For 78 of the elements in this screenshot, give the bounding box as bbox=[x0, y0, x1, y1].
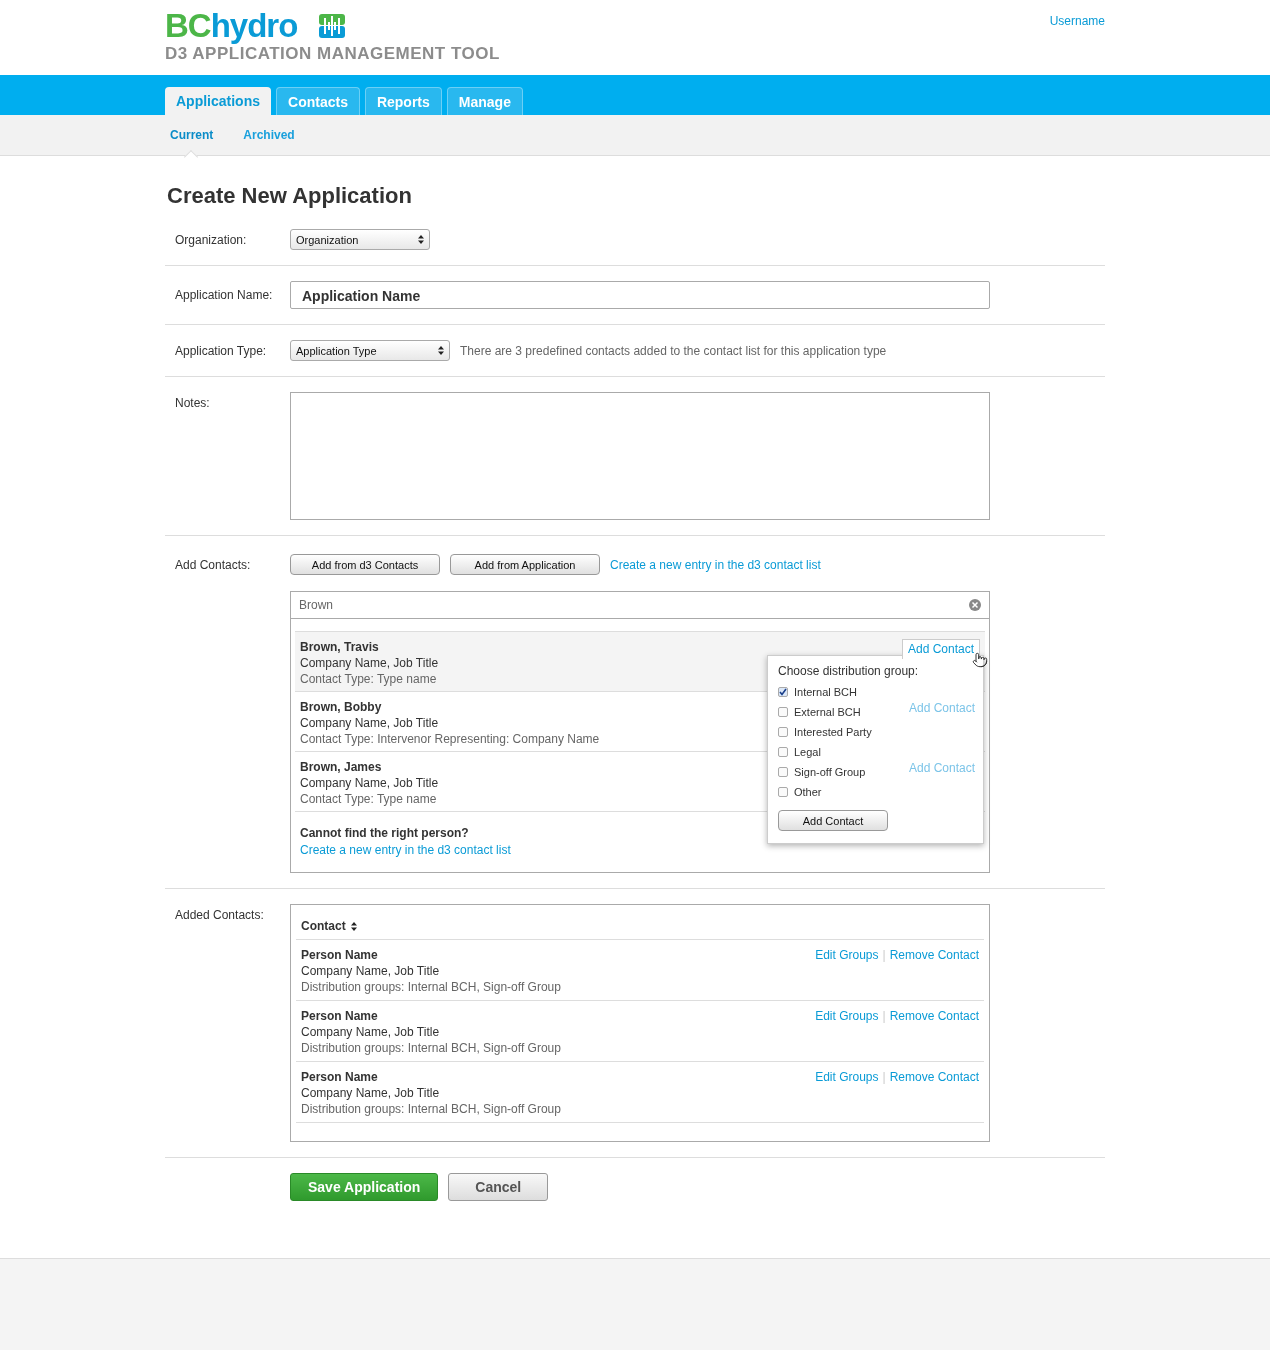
up-down-arrow-icon bbox=[350, 921, 357, 931]
nav-tab[interactable]: Manage bbox=[446, 87, 523, 115]
checkbox-label: Sign-off Group bbox=[794, 766, 866, 778]
column-header[interactable]: Contact bbox=[301, 919, 346, 933]
contact-groups: Distribution groups: Internal BCH, Sign-off Group bbox=[301, 1040, 561, 1056]
organization-select[interactable]: Organization bbox=[290, 229, 430, 250]
create-entry-link[interactable]: Create a new entry in the d3 contact list bbox=[610, 557, 821, 572]
row-action-link[interactable]: Remove Contact bbox=[889, 1008, 979, 1024]
field-label: Add Contacts: bbox=[174, 557, 252, 574]
form-button[interactable]: Save Application bbox=[290, 1173, 439, 1201]
contact-type: Contact Type: Intervenor Representing: Company Name bbox=[300, 731, 600, 747]
add-contact-button[interactable]: Add Contact bbox=[778, 810, 888, 831]
sub-tab[interactable]: Current bbox=[170, 128, 214, 142]
checkbox[interactable] bbox=[778, 787, 788, 797]
field-label: Added Contacts: bbox=[174, 907, 265, 924]
link-separator: | bbox=[882, 1069, 886, 1085]
not-found-question: Cannot find the right person? bbox=[300, 825, 470, 841]
contact-name: Person Name bbox=[301, 1069, 379, 1085]
contact-name: Person Name bbox=[301, 947, 379, 963]
contact-groups: Distribution groups: Internal BCH, Sign-off Group bbox=[301, 1101, 561, 1117]
contact-company: Company Name, Job Title bbox=[301, 1024, 441, 1040]
hint-text: There are 3 predefined contacts added to the contact list for this application type bbox=[460, 343, 887, 358]
popup-title: Choose distribution group: bbox=[778, 664, 920, 678]
contact-groups: Distribution groups: Internal BCH, Sign-off Group bbox=[301, 979, 561, 995]
brand-logo: BChydro bbox=[165, 10, 298, 42]
page-title: Create New Application bbox=[167, 183, 413, 209]
clear-icon[interactable] bbox=[969, 599, 981, 611]
app-subtitle: D3 APPLICATION MANAGEMENT TOOL bbox=[165, 44, 500, 64]
up-down-arrow-icon bbox=[418, 235, 424, 244]
add-contacts-button[interactable]: Add from d3 Contacts bbox=[290, 554, 440, 575]
link-separator: | bbox=[882, 1008, 886, 1024]
add-contact-link[interactable]: Add Contact bbox=[903, 699, 980, 719]
link-separator: | bbox=[882, 947, 886, 963]
row-action-link[interactable]: Edit Groups bbox=[815, 1069, 879, 1085]
create-entry-link[interactable]: Create a new entry in the d3 contact list bbox=[300, 843, 511, 857]
row-action-link[interactable]: Edit Groups bbox=[815, 1008, 879, 1024]
contact-company: Company Name, Job Title bbox=[300, 775, 439, 791]
contact-company: Company Name, Job Title bbox=[300, 715, 440, 731]
notes-field[interactable] bbox=[290, 392, 990, 520]
contact-name: Person Name bbox=[301, 1008, 379, 1024]
nav-tab[interactable]: Contacts bbox=[276, 87, 360, 115]
checkbox-label: Interested Party bbox=[794, 726, 872, 738]
contact-company: Company Name, Job Title bbox=[301, 963, 441, 979]
contact-name: Brown, James bbox=[300, 759, 383, 775]
form-button[interactable]: Cancel bbox=[448, 1173, 549, 1201]
logo-mark-icon bbox=[319, 14, 346, 38]
checkbox[interactable] bbox=[778, 707, 788, 717]
field-label: Application Type: bbox=[174, 343, 268, 360]
add-contact-link[interactable]: Add Contact bbox=[903, 759, 980, 779]
application-name-field[interactable]: Application Name bbox=[290, 281, 990, 309]
contact-company: Company Name, Job Title bbox=[300, 655, 439, 671]
field-label: Application Name: bbox=[174, 287, 274, 304]
checkbox[interactable] bbox=[778, 747, 788, 757]
contact-name: Brown, Bobby bbox=[300, 699, 383, 715]
username-link[interactable]: Username bbox=[1049, 14, 1105, 64]
checkbox[interactable] bbox=[778, 687, 788, 697]
nav-tab[interactable]: Applications bbox=[165, 87, 271, 115]
field-label: Notes: bbox=[174, 395, 211, 412]
checkbox[interactable] bbox=[778, 767, 788, 777]
hand-pointer-icon bbox=[972, 652, 988, 668]
row-action-link[interactable]: Remove Contact bbox=[889, 947, 979, 963]
checkbox-label: Other bbox=[794, 786, 822, 798]
checkbox[interactable] bbox=[778, 727, 788, 737]
contact-company: Company Name, Job Title bbox=[301, 1085, 441, 1101]
up-down-arrow-icon bbox=[438, 346, 444, 355]
contact-name: Brown, Travis bbox=[300, 639, 380, 655]
add-contact-link[interactable]: Add Contact bbox=[901, 639, 980, 659]
sub-tab[interactable]: Archived bbox=[243, 128, 295, 142]
row-action-link[interactable]: Remove Contact bbox=[889, 1069, 979, 1085]
field-label: Organization: bbox=[174, 232, 248, 249]
nav-tab[interactable]: Reports bbox=[364, 87, 442, 115]
add-contacts-button[interactable]: Add from Application bbox=[450, 554, 600, 575]
search-field[interactable]: Brown bbox=[290, 591, 990, 619]
application-type-select[interactable]: Application Type bbox=[290, 340, 450, 361]
checkbox-label: External BCH bbox=[794, 706, 861, 718]
row-action-link[interactable]: Edit Groups bbox=[815, 947, 879, 963]
contact-type: Contact Type: Type name bbox=[300, 791, 438, 807]
contact-type: Contact Type: Type name bbox=[300, 671, 438, 687]
